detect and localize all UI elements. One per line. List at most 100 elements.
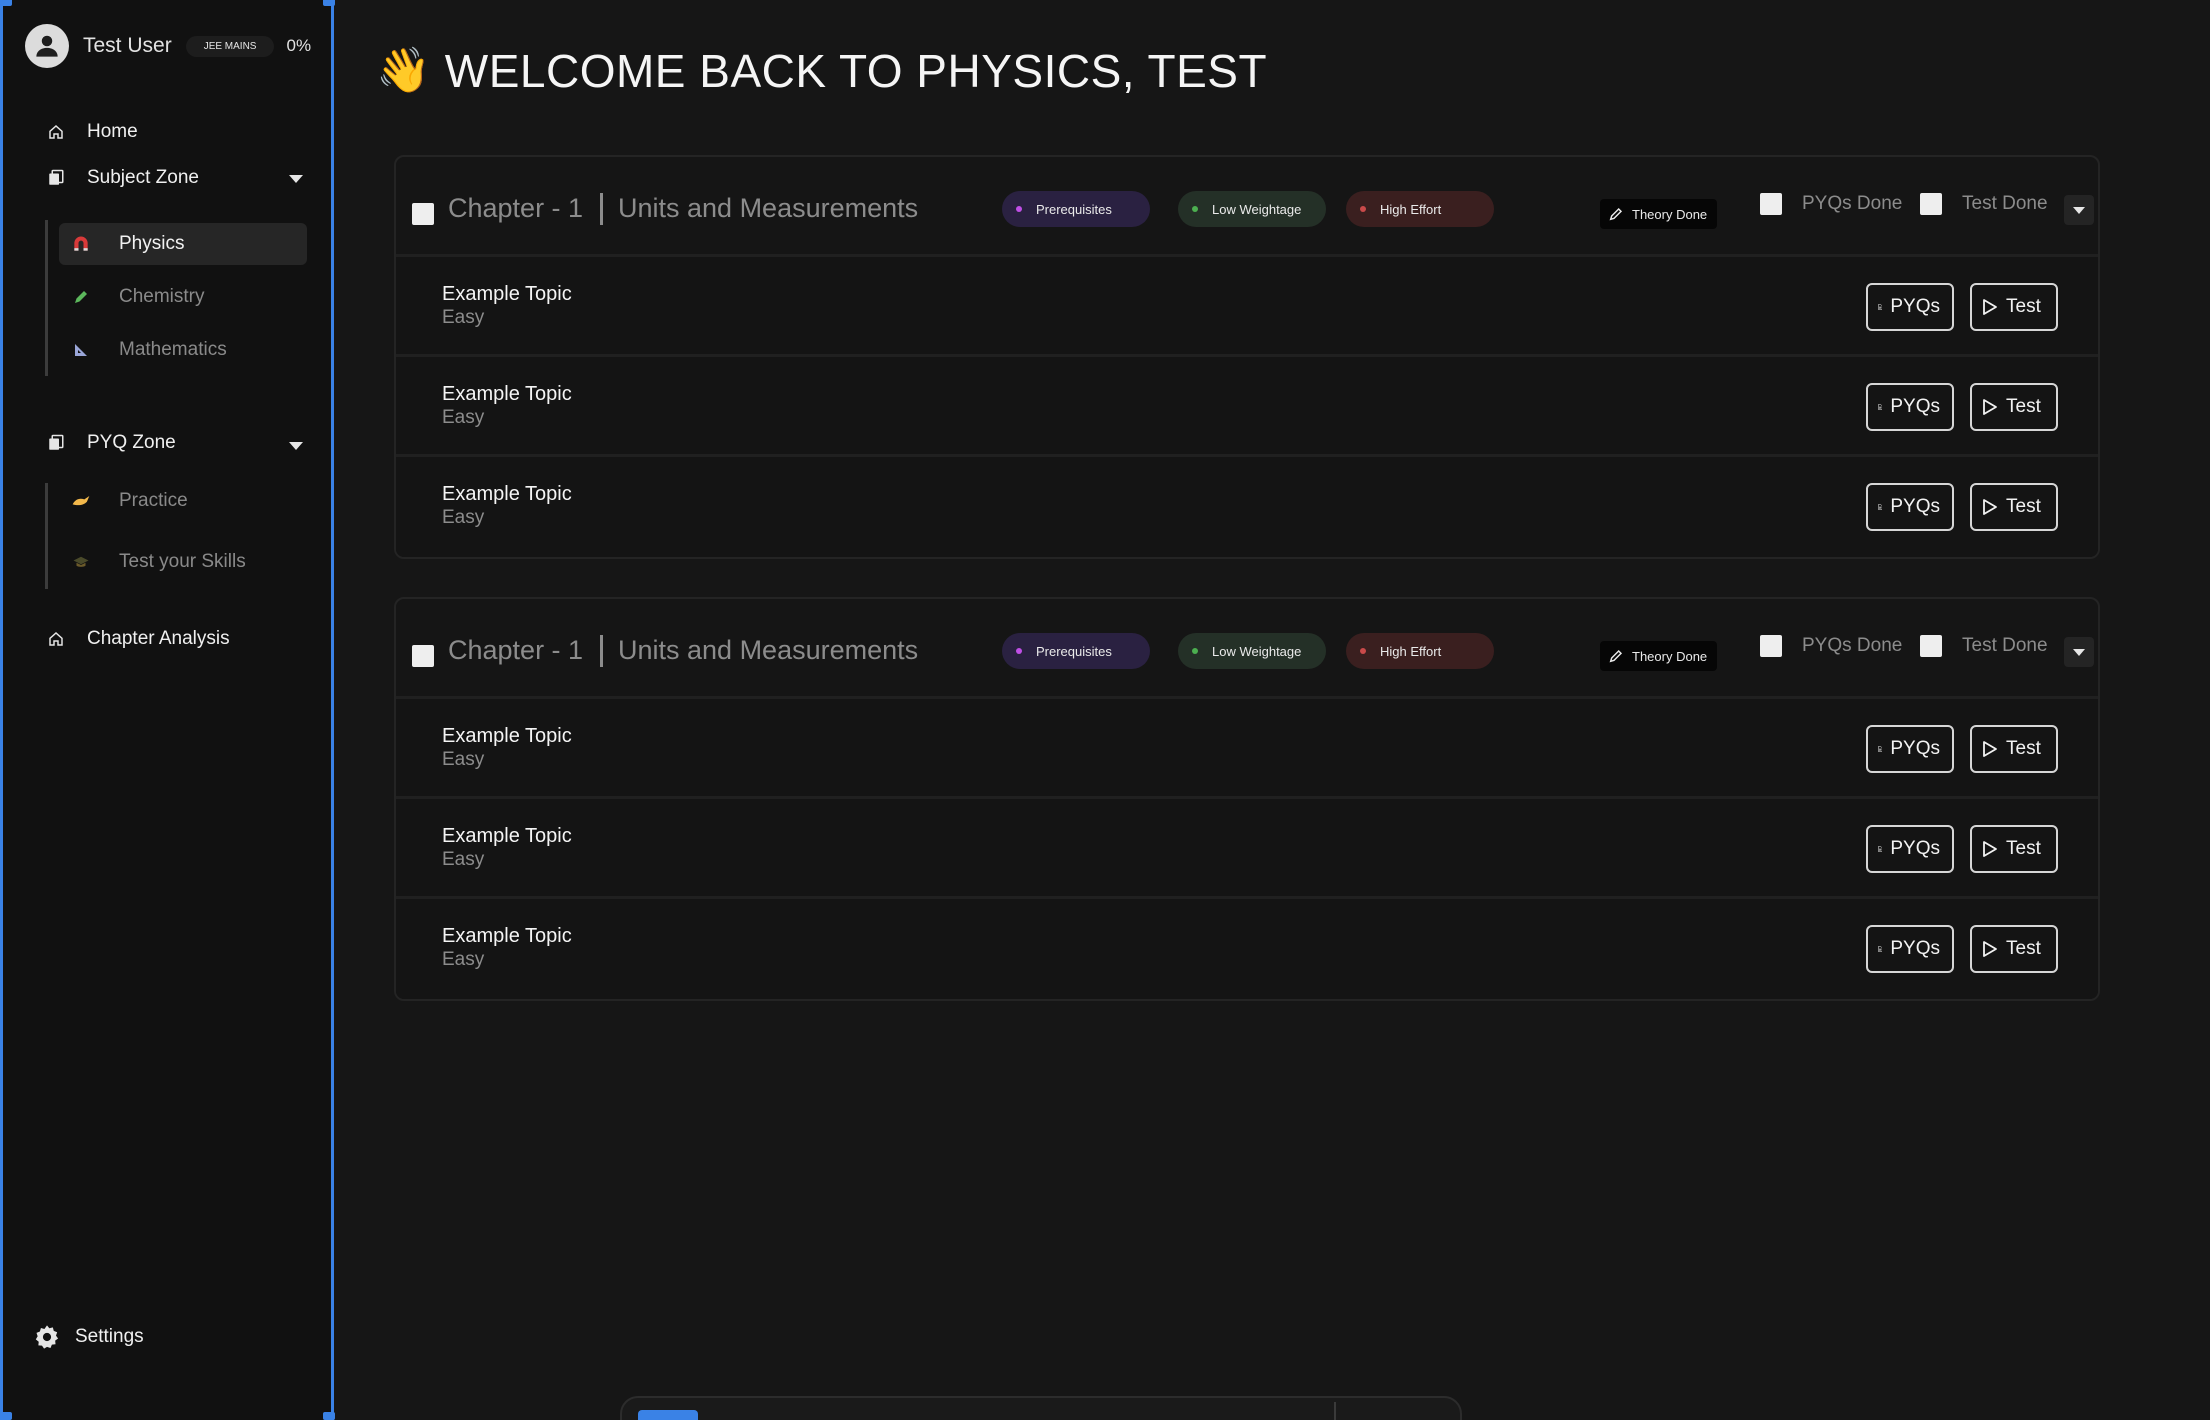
- tag-label: Prerequisites: [1036, 643, 1112, 659]
- pyqs-button[interactable]: PYQs: [1866, 283, 1954, 331]
- topic-difficulty: Easy: [442, 949, 485, 970]
- chapter-card: Chapter - 1 Units and Measurements Prere…: [394, 155, 2100, 559]
- pyqs-done-checkbox[interactable]: [1760, 635, 1782, 657]
- books-icon: [45, 432, 67, 454]
- sidebar-item-practice[interactable]: Practice: [59, 480, 307, 522]
- pyqs-button[interactable]: PYQs: [1866, 925, 1954, 973]
- pyqs-button-label: PYQs: [1890, 296, 1940, 317]
- bottom-toolbar[interactable]: [620, 1396, 1462, 1420]
- resize-handle-top-right[interactable]: [323, 0, 335, 6]
- chapter-card: Chapter - 1 Units and Measurements Prere…: [394, 597, 2100, 1001]
- pyqs-button-label: PYQs: [1890, 396, 1940, 417]
- chevron-down-icon: [2073, 648, 2085, 656]
- set-square-icon: [71, 340, 91, 360]
- nav-subject-zone[interactable]: Subject Zone: [45, 167, 333, 189]
- topic-row: Example Topic Easy PYQs Test: [396, 257, 2098, 357]
- welcome-header: 👋 WELCOME BACK TO PHYSICS, TEST: [376, 44, 1267, 98]
- test-button[interactable]: Test: [1970, 825, 2058, 873]
- chevron-down-icon[interactable]: [289, 442, 303, 450]
- theory-done-label: Theory Done: [1632, 648, 1708, 664]
- test-done-checkbox[interactable]: [1920, 635, 1942, 657]
- chapter-checkbox[interactable]: [412, 203, 434, 225]
- test-done-label: Test Done: [1962, 193, 2048, 214]
- resize-handle-top-left[interactable]: [0, 0, 12, 6]
- play-icon: [1983, 399, 1997, 415]
- test-done-checkbox[interactable]: [1920, 193, 1942, 215]
- pyqs-done-toggle[interactable]: PYQs Done: [1760, 635, 1902, 657]
- page-title: WELCOME BACK TO PHYSICS, TEST: [444, 45, 1268, 97]
- topic-title: Example Topic: [442, 283, 572, 305]
- play-icon: [1983, 941, 1997, 957]
- nav-pyq-zone[interactable]: PYQ Zone: [45, 432, 333, 454]
- pyqs-button-label: PYQs: [1890, 938, 1940, 959]
- tag-dot: [1016, 206, 1022, 212]
- avatar[interactable]: [25, 24, 69, 68]
- resize-handle-bottom-left[interactable]: [0, 1412, 12, 1420]
- expand-chapter-button[interactable]: [2064, 195, 2094, 225]
- sidebar-item-test-your-skills[interactable]: Test your Skills: [59, 541, 307, 583]
- sidebar-item-label: Practice: [119, 490, 188, 511]
- topic-title: Example Topic: [442, 925, 572, 947]
- tag-label: High Effort: [1380, 201, 1442, 217]
- pyqs-done-checkbox[interactable]: [1760, 193, 1782, 215]
- sidebar-item-chemistry[interactable]: Chemistry: [59, 276, 307, 318]
- chapter-checkbox[interactable]: [412, 645, 434, 667]
- pyqs-button-label: PYQs: [1890, 738, 1940, 759]
- pyqs-done-toggle[interactable]: PYQs Done: [1760, 193, 1902, 215]
- topic-difficulty: Easy: [442, 407, 485, 428]
- pyqs-button[interactable]: PYQs: [1866, 825, 1954, 873]
- test-button[interactable]: Test: [1970, 283, 2058, 331]
- chevron-down-icon[interactable]: [289, 175, 303, 183]
- chapter-name: Units and Measurements: [618, 635, 919, 665]
- pyqs-button[interactable]: PYQs: [1866, 483, 1954, 531]
- pyqs-button[interactable]: PYQs: [1866, 383, 1954, 431]
- test-done-toggle[interactable]: Test Done: [1920, 193, 2048, 215]
- tag-label: Prerequisites: [1036, 201, 1112, 217]
- resize-handle-bottom-right[interactable]: [323, 1412, 335, 1420]
- prerequisites-tag[interactable]: Prerequisites: [1002, 191, 1150, 227]
- topic-row: Example Topic Easy PYQs Test: [396, 799, 2098, 899]
- nav-chapter-analysis[interactable]: Chapter Analysis: [45, 628, 230, 650]
- nav-settings-label: Settings: [75, 1326, 144, 1347]
- document-icon: [1878, 504, 1883, 510]
- prerequisites-tag[interactable]: Prerequisites: [1002, 633, 1150, 669]
- topic-title: Example Topic: [442, 825, 572, 847]
- pyqs-button-label: PYQs: [1890, 496, 1940, 517]
- expand-chapter-button[interactable]: [2064, 637, 2094, 667]
- nav-home[interactable]: Home: [45, 121, 138, 143]
- effort-tag: High Effort: [1346, 191, 1494, 227]
- test-button[interactable]: Test: [1970, 483, 2058, 531]
- toolbar-accent-button[interactable]: [638, 1410, 698, 1420]
- gear-icon: [33, 1323, 61, 1351]
- pyqs-done-label: PYQs Done: [1802, 635, 1903, 656]
- pyqs-done-label: PYQs Done: [1802, 193, 1903, 214]
- test-button[interactable]: Test: [1970, 725, 2058, 773]
- pyqs-button[interactable]: PYQs: [1866, 725, 1954, 773]
- test-button-label: Test: [2006, 938, 2041, 959]
- test-button[interactable]: Test: [1970, 925, 2058, 973]
- user-name: Test User: [83, 34, 172, 57]
- sidebar: Test User JEE MAINS 0% Home Subject Zone…: [0, 0, 335, 1420]
- test-done-label: Test Done: [1962, 635, 2048, 656]
- waving-hand-icon: 👋: [376, 46, 431, 95]
- topic-difficulty: Easy: [442, 307, 485, 328]
- test-button-label: Test: [2006, 496, 2041, 517]
- magnet-icon: [71, 234, 91, 254]
- test-done-toggle[interactable]: Test Done: [1920, 635, 2048, 657]
- topic-row: Example Topic Easy PYQs Test: [396, 457, 2098, 557]
- nav-settings[interactable]: Settings: [33, 1323, 144, 1351]
- sidebar-item-label: Chemistry: [119, 286, 205, 307]
- sidebar-item-mathematics[interactable]: Mathematics: [59, 329, 307, 371]
- document-icon: [1878, 846, 1883, 852]
- tag-label: Low Weightage: [1212, 201, 1302, 217]
- chevron-down-icon: [2073, 206, 2085, 214]
- theory-done-label: Theory Done: [1632, 206, 1708, 222]
- test-button[interactable]: Test: [1970, 383, 2058, 431]
- user-icon: [36, 35, 58, 57]
- theory-done-button[interactable]: Theory Done: [1600, 199, 1718, 229]
- home-icon: [45, 121, 67, 143]
- theory-done-button[interactable]: Theory Done: [1600, 641, 1718, 671]
- sidebar-item-physics[interactable]: Physics: [59, 223, 307, 265]
- user-profile[interactable]: Test User JEE MAINS 0%: [25, 24, 325, 68]
- tag-dot: [1360, 206, 1366, 212]
